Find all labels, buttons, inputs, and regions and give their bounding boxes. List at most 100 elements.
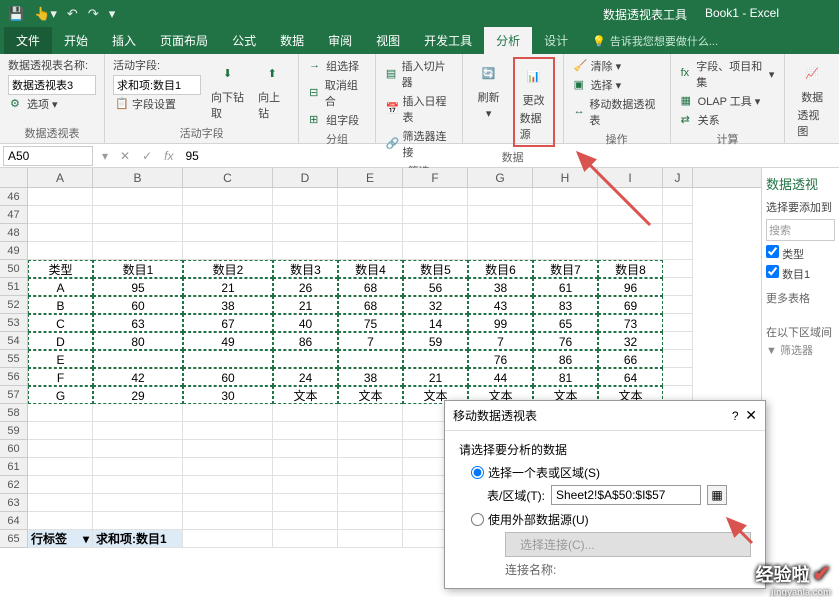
cell[interactable]: 38	[183, 296, 273, 314]
cell[interactable]	[273, 512, 338, 530]
cell[interactable]	[338, 440, 403, 458]
cell[interactable]	[338, 188, 403, 206]
cell[interactable]	[183, 476, 273, 494]
cell[interactable]	[93, 512, 183, 530]
cell[interactable]: 26	[273, 278, 338, 296]
pivot-name-input[interactable]: 数据透视表3	[8, 75, 96, 95]
undo-icon[interactable]: ↶	[67, 6, 78, 22]
col-header[interactable]: G	[468, 168, 533, 187]
cell[interactable]	[663, 206, 693, 224]
tab-view[interactable]: 视图	[364, 27, 412, 54]
range-picker-button[interactable]: ▦	[707, 485, 727, 505]
col-header[interactable]: B	[93, 168, 183, 187]
cell[interactable]	[93, 224, 183, 242]
cell[interactable]: 61	[533, 278, 598, 296]
row-header[interactable]: 49	[0, 242, 28, 260]
cell[interactable]: E	[28, 350, 93, 368]
cell[interactable]	[183, 494, 273, 512]
col-header[interactable]: E	[338, 168, 403, 187]
field-settings-button[interactable]: 📋字段设置	[113, 95, 201, 113]
cell[interactable]: 数目3	[273, 260, 338, 278]
clear-button[interactable]: 🧹清除 ▾	[572, 57, 662, 75]
cell[interactable]	[663, 260, 693, 278]
cell[interactable]: 56	[403, 278, 468, 296]
cell[interactable]: 38	[468, 278, 533, 296]
cell[interactable]	[28, 422, 93, 440]
touch-icon[interactable]: 👆▾	[34, 6, 57, 22]
col-header[interactable]: A	[28, 168, 93, 187]
cell[interactable]: 65	[533, 314, 598, 332]
change-source-button[interactable]: 📊更改数据源	[516, 60, 552, 144]
cell[interactable]	[28, 404, 93, 422]
cell[interactable]	[663, 188, 693, 206]
cell[interactable]: 86	[273, 332, 338, 350]
cell[interactable]: 63	[93, 314, 183, 332]
radio-select-range[interactable]: 选择一个表或区域(S)	[471, 464, 751, 481]
fx-icon[interactable]: fx	[158, 149, 179, 163]
cell[interactable]	[663, 368, 693, 386]
cell[interactable]	[338, 404, 403, 422]
tab-review[interactable]: 审阅	[316, 27, 364, 54]
cell[interactable]	[663, 314, 693, 332]
cell[interactable]	[273, 404, 338, 422]
cell[interactable]: 42	[93, 368, 183, 386]
cell[interactable]	[468, 224, 533, 242]
row-header[interactable]: 65	[0, 530, 28, 548]
cell[interactable]	[273, 530, 338, 548]
save-icon[interactable]: 💾	[8, 6, 24, 22]
row-header[interactable]: 47	[0, 206, 28, 224]
cell[interactable]: 80	[93, 332, 183, 350]
tab-file[interactable]: 文件	[4, 27, 52, 54]
cell[interactable]	[93, 476, 183, 494]
cell[interactable]	[93, 206, 183, 224]
cell[interactable]: 数目4	[338, 260, 403, 278]
tab-analyze[interactable]: 分析	[484, 27, 532, 54]
cell[interactable]: 21	[403, 368, 468, 386]
cell[interactable]	[338, 224, 403, 242]
relations-button[interactable]: ⇄关系	[679, 111, 777, 129]
field-type[interactable]: 类型	[766, 245, 835, 262]
cell[interactable]: 32	[598, 332, 663, 350]
col-header[interactable]: C	[183, 168, 273, 187]
row-header[interactable]: 56	[0, 368, 28, 386]
cell[interactable]: 数目2	[183, 260, 273, 278]
row-header[interactable]: 54	[0, 332, 28, 350]
radio-2[interactable]	[471, 513, 484, 526]
row-header[interactable]: 58	[0, 404, 28, 422]
tab-formula[interactable]: 公式	[220, 27, 268, 54]
col-header[interactable]: I	[598, 168, 663, 187]
cell[interactable]	[183, 458, 273, 476]
cell[interactable]	[533, 206, 598, 224]
cell[interactable]: 76	[468, 350, 533, 368]
cell[interactable]	[183, 440, 273, 458]
cell[interactable]: 81	[533, 368, 598, 386]
cell[interactable]: 60	[93, 296, 183, 314]
cell[interactable]	[338, 494, 403, 512]
fields-items-button[interactable]: fx字段、项目和集 ▾	[679, 57, 777, 91]
tab-layout[interactable]: 页面布局	[148, 27, 220, 54]
cell[interactable]	[183, 206, 273, 224]
cell[interactable]: 40	[273, 314, 338, 332]
cell[interactable]	[273, 206, 338, 224]
cell[interactable]	[273, 458, 338, 476]
active-field-input[interactable]: 求和项:数目1	[113, 75, 201, 95]
close-icon[interactable]: ✕	[745, 407, 757, 424]
checkbox-type[interactable]	[766, 245, 779, 258]
cell[interactable]	[403, 242, 468, 260]
cell[interactable]: 21	[183, 278, 273, 296]
cell[interactable]: 75	[338, 314, 403, 332]
cell[interactable]: F	[28, 368, 93, 386]
cell[interactable]	[338, 350, 403, 368]
drill-down-button[interactable]: ⬇向下钻取	[207, 57, 248, 123]
tab-insert[interactable]: 插入	[100, 27, 148, 54]
cell[interactable]	[28, 188, 93, 206]
cell[interactable]: 59	[403, 332, 468, 350]
more-tables[interactable]: 更多表格	[766, 290, 835, 306]
row-header[interactable]: 46	[0, 188, 28, 206]
cell[interactable]	[28, 476, 93, 494]
cell[interactable]: 29	[93, 386, 183, 404]
row-header[interactable]: 52	[0, 296, 28, 314]
select-all[interactable]	[0, 168, 28, 187]
cell[interactable]	[273, 188, 338, 206]
tab-home[interactable]: 开始	[52, 27, 100, 54]
